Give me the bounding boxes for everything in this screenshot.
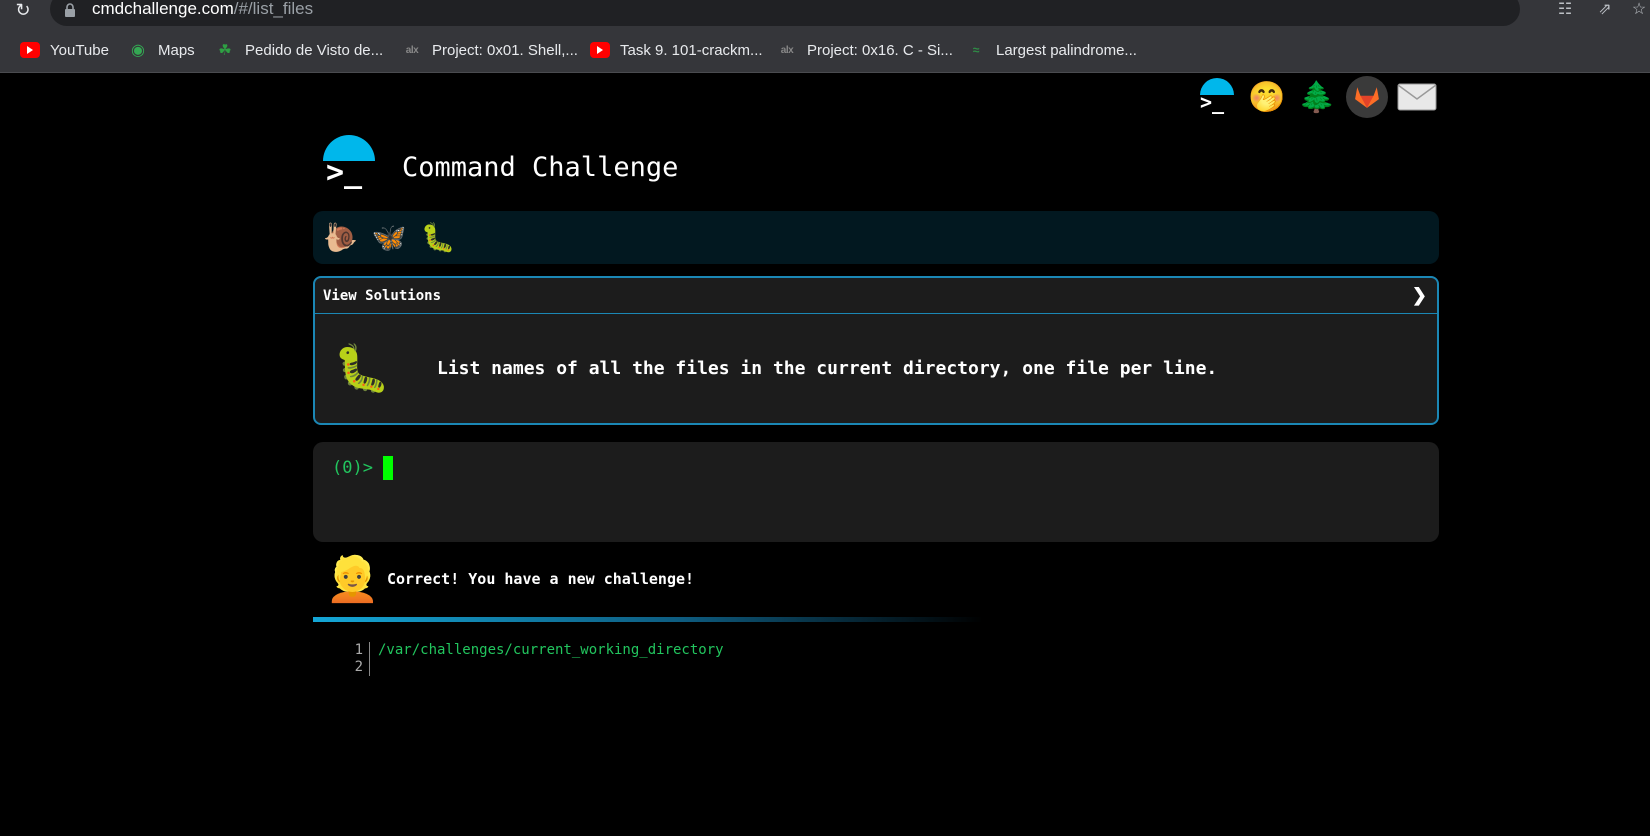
challenge-description: List names of all the files in the curre… — [437, 358, 1218, 379]
gfg-icon: ≈ — [972, 43, 980, 57]
chevron-right-icon[interactable]: ❯ — [1412, 285, 1427, 306]
gitlab-icon[interactable] — [1346, 76, 1388, 118]
alx-icon: alx — [405, 44, 419, 56]
feedback: 👱 Correct! You have a new challenge! — [325, 553, 694, 605]
face-hand-over-mouth-icon[interactable]: 🤭 — [1246, 76, 1288, 118]
bookmark-label: YouTube — [50, 41, 109, 59]
leaf-icon: ☘ — [218, 42, 232, 59]
bookmark-label: Project: 0x16. C - Si... — [807, 41, 953, 59]
progress-bar — [313, 617, 983, 622]
cmd-logo-icon[interactable]: >_ — [1196, 76, 1238, 118]
view-solutions-toggle[interactable]: View Solutions ❯ — [315, 278, 1437, 314]
url-path: /#/list_files — [233, 0, 314, 18]
lock-icon — [65, 3, 75, 17]
bookmark-project-shell[interactable]: alx Project: 0x01. Shell,... — [402, 39, 578, 61]
youtube-icon — [590, 42, 610, 58]
snail-icon[interactable]: 🐌 — [323, 221, 358, 254]
bookmarks-bar: YouTube ◉ Maps ☘ Pedido de Visto de... a… — [0, 28, 1650, 73]
challenge-panel: View Solutions ❯ 🐛 List names of all the… — [313, 276, 1439, 425]
bookmark-label: Project: 0x01. Shell,... — [432, 41, 578, 59]
address-bar[interactable]: cmdchallenge.com/#/list_files — [50, 0, 1520, 26]
url-host: cmdchallenge.com — [92, 0, 234, 18]
level-bar: 🐌 🦋 🐛 — [313, 211, 1439, 264]
line-number: 1 — [350, 642, 370, 659]
top-nav: >_ 🤭 🌲 — [1196, 76, 1438, 118]
star-icon[interactable]: ☆ — [1628, 0, 1650, 22]
tree-icon[interactable]: 🌲 — [1296, 76, 1338, 118]
caterpillar-icon[interactable]: 🐛 — [421, 221, 456, 254]
bookmark-label: Pedido de Visto de... — [245, 41, 384, 59]
site-logo[interactable]: >_ — [318, 135, 380, 195]
person-icon: 👱 — [325, 555, 380, 604]
terminal-cursor — [382, 456, 393, 480]
bookmark-project-c[interactable]: alx Project: 0x16. C - Si... — [777, 39, 953, 61]
youtube-icon — [20, 42, 40, 58]
alx-icon: alx — [780, 44, 794, 56]
caterpillar-icon: 🐛 — [333, 342, 391, 394]
share-icon[interactable]: ⇗ — [1594, 0, 1616, 22]
envelope-shape — [1397, 83, 1437, 111]
output-line: 2 — [350, 659, 724, 676]
view-solutions-label: View Solutions — [323, 287, 442, 304]
bookmark-label: Largest palindrome... — [996, 41, 1137, 59]
output-line: 1 /var/challenges/current_working_direct… — [350, 642, 724, 659]
bookmark-youtube[interactable]: YouTube — [20, 39, 109, 61]
output-block: 1 /var/challenges/current_working_direct… — [350, 642, 724, 676]
url-text[interactable]: cmdchallenge.com/#/list_files — [92, 0, 313, 19]
gitlab-logo — [1355, 87, 1379, 108]
bookmark-pedido[interactable]: ☘ Pedido de Visto de... — [215, 39, 383, 61]
bookmark-label: Maps — [158, 41, 195, 59]
bookmark-task9[interactable]: Task 9. 101-crackm... — [590, 39, 763, 61]
moth-icon[interactable]: 🦋 — [372, 221, 407, 254]
terminal-input-line[interactable]: (0)> — [332, 456, 393, 480]
feedback-message: Correct! You have a new challenge! — [387, 570, 695, 588]
translate-icon[interactable]: ☷ — [1554, 0, 1576, 22]
page-title: Command Challenge — [402, 152, 679, 183]
line-number: 2 — [350, 659, 370, 676]
bookmark-palindrome[interactable]: ≈ Largest palindrome... — [966, 39, 1137, 61]
output-text: /var/challenges/current_working_director… — [378, 642, 724, 658]
logo-prompt: >_ — [1200, 90, 1225, 114]
maps-icon: ◉ — [131, 42, 145, 59]
logo-prompt: >_ — [326, 155, 363, 190]
challenge-body: 🐛 List names of all the files in the cur… — [315, 314, 1437, 423]
terminal[interactable]: (0)> — [313, 442, 1439, 542]
mail-icon[interactable] — [1396, 76, 1438, 118]
bookmark-maps[interactable]: ◉ Maps — [128, 39, 195, 61]
reload-icon[interactable]: ↻ — [12, 0, 34, 22]
browser-toolbar: ↻ cmdchallenge.com/#/list_files ☷ ⇗ ☆ — [0, 0, 1650, 28]
bookmark-label: Task 9. 101-crackm... — [620, 41, 763, 59]
terminal-prompt: (0)> — [332, 458, 373, 478]
